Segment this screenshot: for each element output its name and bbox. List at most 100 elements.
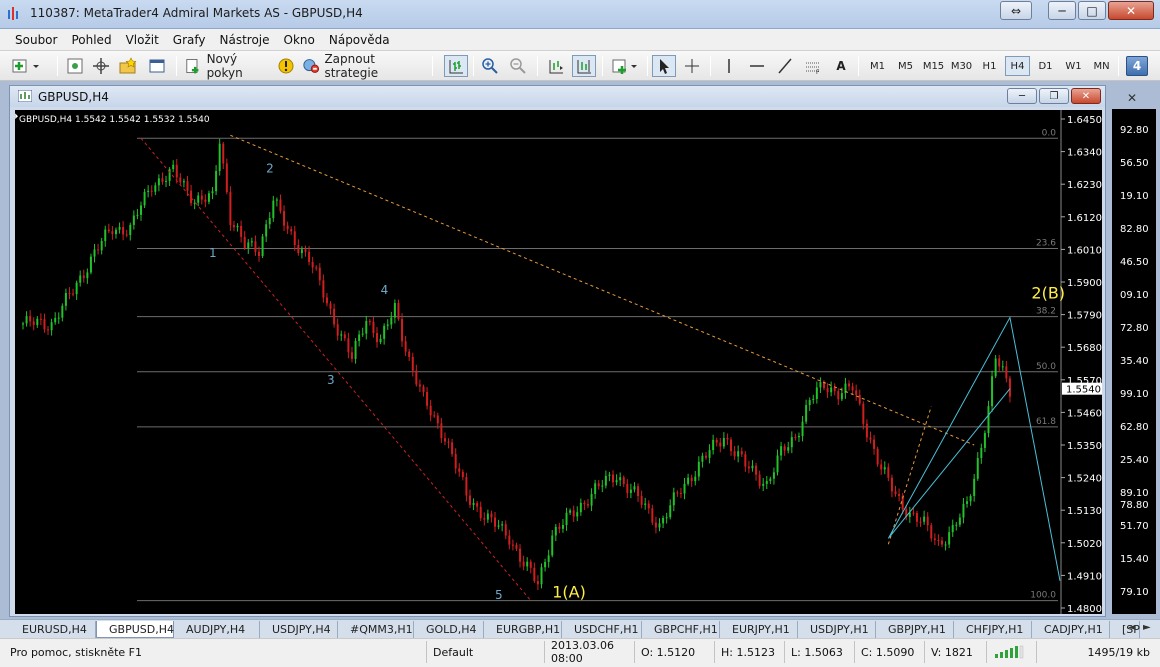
auto-scroll-button[interactable] — [544, 55, 568, 77]
chart-maximize-button[interactable]: ❐ — [1039, 88, 1069, 104]
bar-chart-button[interactable] — [444, 55, 468, 77]
tf-m1[interactable]: M1 — [865, 56, 890, 76]
menu-okno[interactable]: Okno — [277, 33, 322, 47]
zoom-in-icon — [482, 58, 498, 74]
tab-scroll-right-icon[interactable]: ► — [1143, 622, 1151, 633]
favorites-button[interactable] — [117, 55, 139, 77]
tf-m5[interactable]: M5 — [893, 56, 918, 76]
candle-body — [672, 492, 675, 506]
tab--qmm3-h1[interactable]: #QMM3,H1 — [338, 621, 414, 638]
candle-body — [315, 267, 318, 269]
zoom-out-icon — [510, 58, 526, 74]
autotrading-button[interactable]: Zapnout strategie — [302, 52, 424, 80]
candle-body — [783, 446, 786, 451]
resize-arrows-icon[interactable]: ⇔ — [1000, 1, 1032, 20]
minimize-button[interactable]: ─ — [1048, 1, 1076, 20]
status-close: C: 1.5090 — [854, 641, 924, 663]
candle-body — [368, 320, 371, 322]
menu-napoveda[interactable]: Nápověda — [322, 33, 397, 47]
indicators-icon — [612, 59, 637, 74]
candle-body — [451, 442, 454, 455]
candle-body — [465, 477, 468, 496]
zoom-out-button[interactable] — [506, 55, 530, 77]
new-chart-button[interactable] — [8, 55, 44, 77]
menu-nastroje[interactable]: Nástroje — [213, 33, 277, 47]
candle-body — [140, 205, 143, 215]
tf-h4[interactable]: H4 — [1005, 56, 1030, 76]
tab-usdjpy-h1[interactable]: USDJPY,H1 — [798, 621, 876, 638]
adjacent-axis-label: 72.80 — [1120, 323, 1149, 334]
terminal-button[interactable] — [146, 55, 168, 77]
maximize-button[interactable]: □ — [1078, 1, 1106, 20]
candle-body — [32, 321, 35, 326]
close-button[interactable]: ✕ — [1108, 1, 1154, 20]
cursor-arrow-icon — [660, 59, 669, 74]
candle-body — [39, 318, 42, 320]
notification-badge[interactable]: 4 — [1126, 56, 1148, 76]
candle-body — [747, 466, 750, 469]
channel-button[interactable]: F — [800, 55, 826, 77]
vertical-line-button[interactable] — [718, 55, 740, 77]
candle-body — [132, 215, 135, 225]
candle-body — [22, 323, 24, 325]
tf-m15[interactable]: M15 — [921, 56, 946, 76]
tab-gbpchf-h1[interactable]: GBPCHF,H1 — [642, 621, 720, 638]
trendline-button[interactable] — [774, 55, 796, 77]
candle-body — [422, 386, 425, 392]
indicators-button[interactable] — [609, 55, 643, 77]
tf-w1[interactable]: W1 — [1061, 56, 1086, 76]
horizontal-line-button[interactable] — [746, 55, 768, 77]
candle-body — [61, 305, 64, 318]
candle-body — [958, 517, 961, 525]
text-tool-button[interactable]: A — [830, 55, 852, 77]
candle-body — [526, 561, 529, 567]
new-order-button[interactable]: Nový pokyn — [184, 52, 272, 80]
candle-body — [89, 256, 92, 273]
candle-body — [350, 352, 353, 359]
tf-d1[interactable]: D1 — [1033, 56, 1058, 76]
tab-eurjpy-h1[interactable]: EURJPY,H1 — [720, 621, 798, 638]
alert-button[interactable] — [276, 55, 296, 77]
candle-body — [161, 178, 164, 182]
mdi-close-icon[interactable]: ✕ — [1119, 91, 1145, 105]
candle-body — [329, 303, 332, 309]
tab-cadjpy-h1[interactable]: CADJPY,H1 — [1032, 621, 1110, 638]
tab-gbpjpy-h1[interactable]: GBPJPY,H1 — [876, 621, 954, 638]
chart-shift-button[interactable] — [572, 55, 596, 77]
menu-grafy[interactable]: Grafy — [166, 33, 213, 47]
price-chart[interactable]: 1.6450 1.6340 1.6230 1.6120 1.6010 1.5900 1.57… — [15, 110, 1102, 615]
tab-audjpy-h4[interactable]: AUDJPY,H4 — [174, 621, 260, 638]
menu-pohled[interactable]: Pohled — [64, 33, 118, 47]
candle-body — [898, 494, 901, 497]
chart-canvas[interactable]: 1.6450 1.6340 1.6230 1.6120 1.6010 1.5900 1.57… — [15, 110, 1102, 615]
price-tick-label: 1.5900 — [1067, 278, 1102, 289]
crosshair-tool-button[interactable] — [680, 55, 704, 77]
candle-body — [812, 398, 815, 401]
menu-soubor[interactable]: Soubor — [8, 33, 64, 47]
tab-usdchf-h1[interactable]: USDCHF,H1 — [562, 621, 642, 638]
chart-close-button[interactable]: ✕ — [1071, 88, 1101, 104]
tab-scroll-left-icon[interactable]: ◄ — [1128, 622, 1136, 633]
tf-mn[interactable]: MN — [1089, 56, 1114, 76]
menu-vlozit[interactable]: Vložit — [119, 33, 166, 47]
crosshair-button[interactable] — [90, 55, 112, 77]
tab-gbpusd-h4[interactable]: GBPUSD,H4 — [96, 621, 174, 638]
tf-h1[interactable]: H1 — [977, 56, 1002, 76]
profiles-button[interactable] — [64, 55, 86, 77]
candle-body — [325, 297, 328, 304]
zoom-in-button[interactable] — [478, 55, 502, 77]
candle-body — [647, 503, 650, 509]
tab-gold-h4[interactable]: GOLD,H4 — [414, 621, 484, 638]
candle-body — [561, 525, 564, 529]
tab-eurgbp-h1[interactable]: EURGBP,H1 — [484, 621, 562, 638]
candle-body — [197, 195, 200, 203]
candle-body — [662, 517, 665, 524]
candle-body — [772, 472, 775, 479]
tf-m30[interactable]: M30 — [949, 56, 974, 76]
candle-body — [887, 467, 890, 478]
cursor-button[interactable] — [652, 55, 676, 77]
tab-chfjpy-h1[interactable]: CHFJPY,H1 — [954, 621, 1032, 638]
tab-usdjpy-h4[interactable]: USDJPY,H4 — [260, 621, 338, 638]
chart-minimize-button[interactable]: ─ — [1007, 88, 1037, 104]
tab-eurusd-h4[interactable]: EURUSD,H4 — [10, 621, 96, 638]
